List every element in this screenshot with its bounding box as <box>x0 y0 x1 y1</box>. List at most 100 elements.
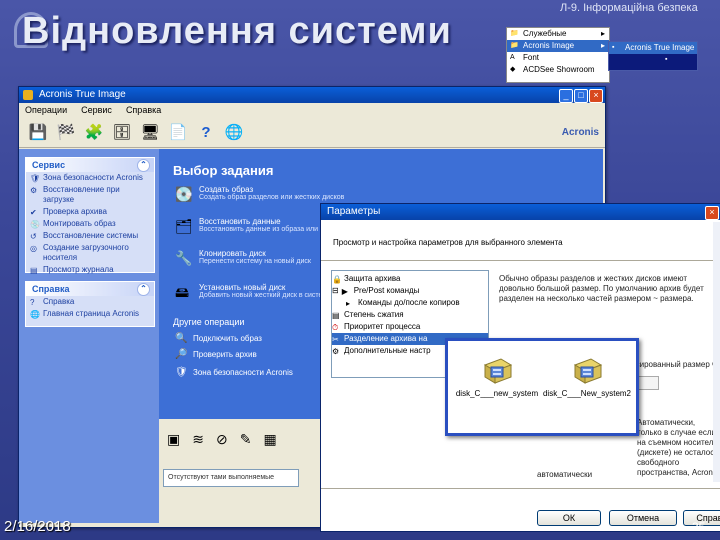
service-item[interactable]: ✔ Проверка архива <box>26 206 154 218</box>
menu-item-font[interactable]: A Font <box>507 52 609 64</box>
left-pane: Сервис ⌃ 🛡 Зона безопасности Acronis ⚙ Вос… <box>19 149 159 523</box>
tree-item-commands[interactable]: ▸ Команды до/после копиров <box>332 297 488 309</box>
acronis-icon: ▪ <box>612 44 615 51</box>
main-titlebar[interactable]: Acronis True Image _ □ × <box>19 87 605 103</box>
menu-item-label: Acronis Image <box>523 41 575 50</box>
service-item-label: Восстановление при загрузке <box>43 185 120 204</box>
menu-help[interactable]: Справка <box>126 103 161 117</box>
help-icon[interactable]: ? <box>195 121 217 143</box>
menu-item-acronis[interactable]: 📁 Acronis Image ▸ <box>507 40 609 52</box>
menu-item-acdsee[interactable]: ◆ ACDSee Showroom <box>507 64 609 76</box>
menu-item-label: Font <box>523 53 540 62</box>
web-icon[interactable]: 🌐 <box>223 121 245 143</box>
service-panel-header[interactable]: Сервис ⌃ <box>26 158 154 172</box>
tree-item-archive-protection[interactable]: 🔒 Защита архива <box>332 273 488 285</box>
help-item-label: Справка <box>43 297 75 306</box>
other-op-mount[interactable]: 🔍 Подключить образ <box>175 333 262 344</box>
edit-icon[interactable]: ✎ <box>240 431 252 448</box>
tree-item-label: Защита архива <box>344 274 401 283</box>
service-item[interactable]: ⚙ Восстановление при загрузке <box>26 184 154 206</box>
archive-file-name: disk_C___New_system2 <box>542 389 632 398</box>
menu-service[interactable]: Сервис <box>81 103 112 117</box>
command-icon: ▶ <box>341 286 348 296</box>
task-clone-disk[interactable]: 🔧 Клонировать диск Перенести систему на н… <box>175 249 311 267</box>
menu-item-label: ACDSee Showroom <box>523 65 595 74</box>
task-title: Установить новый диск <box>199 283 286 292</box>
program-icon: ▪ <box>665 56 668 63</box>
service-item[interactable]: ◎ Создание загрузочного носителя <box>26 242 154 264</box>
restore-icon[interactable]: 🏁 <box>55 121 77 143</box>
task-new-disk[interactable]: 🖴 Установить новый диск Добавить новый же… <box>175 283 331 301</box>
other-op-zone[interactable]: 🛡 Зона безопасности Acronis <box>175 367 293 378</box>
archive-file-1[interactable]: disk_C___new_system <box>452 355 542 398</box>
cancel-icon[interactable]: ⊘ <box>216 431 228 448</box>
close-button[interactable]: × <box>589 89 603 103</box>
task-restore-data[interactable]: 🗂 Восстановить данные Восстановить данные… <box>175 217 343 235</box>
dialog-divider <box>321 260 720 261</box>
app-icon: ◆ <box>510 66 516 73</box>
submenu-item-empty[interactable]: ▪ <box>609 54 697 66</box>
acronis-logo: Acronis <box>561 126 599 138</box>
main-menubar: Операции Сервис Справка <box>19 103 605 117</box>
restore-data-icon: 🗂 <box>175 218 193 234</box>
chevron-up-icon[interactable]: ⌃ <box>137 159 150 172</box>
check-icon: ✔ <box>30 208 37 217</box>
tree-item-label: Pre/Post команды <box>353 286 420 295</box>
split-icon: ✂ <box>332 334 339 344</box>
other-op-check[interactable]: 🔎 Проверить архив <box>175 349 257 360</box>
service-item[interactable]: ▤ Просмотр журнала <box>26 264 154 276</box>
other-operations-heading: Другие операции <box>173 317 245 327</box>
params-close-button[interactable]: × <box>705 206 719 220</box>
menu-item-service[interactable]: 📁 Служебные ▸ <box>507 28 609 40</box>
service-item[interactable]: ↺ Восстановление системы <box>26 230 154 242</box>
service-item-label: Создание загрузочного носителя <box>43 243 129 262</box>
task-subtitle: Добавить новый жесткий диск в систему <box>199 292 331 299</box>
menu-operations[interactable]: Операции <box>25 103 67 117</box>
shield-icon: 🛡 <box>30 174 41 183</box>
task-title: Клонировать диск <box>199 249 266 258</box>
buttons-divider <box>321 488 720 489</box>
params-titlebar[interactable]: Параметры × <box>321 204 720 220</box>
task-title: Создать образ <box>199 185 254 194</box>
wave-icon[interactable]: ≋ <box>192 431 204 448</box>
service-item[interactable]: 🛡 Зона безопасности Acronis <box>26 172 154 184</box>
cancel-button[interactable]: Отмена <box>609 510 677 526</box>
create-image-icon: 💽 <box>175 186 193 202</box>
log-icon[interactable]: 🖥 <box>139 121 161 143</box>
submenu-item-acronis-true-image[interactable]: ▪ Acronis True Image <box>609 42 697 54</box>
tree-item-priority[interactable]: ⏱ Приоритет процесса <box>332 321 488 333</box>
archive-files-popup: disk_C___new_system disk_C___New_system2 <box>445 338 639 436</box>
minimize-button[interactable]: _ <box>559 89 573 103</box>
queue-icon[interactable]: ▣ <box>167 431 180 448</box>
log-icon: ▤ <box>30 266 38 275</box>
document-icon[interactable]: 📄 <box>167 121 189 143</box>
service-item-label: Восстановление системы <box>43 231 139 240</box>
service-item-label: Проверка архива <box>43 207 107 216</box>
maximize-button[interactable]: □ <box>574 89 588 103</box>
submenu-item-label: Acronis True Image <box>625 43 695 52</box>
main-window-title: Acronis True Image <box>39 89 126 100</box>
clone-icon[interactable]: 🧩 <box>83 121 105 143</box>
archive-file-2[interactable]: disk_C___New_system2 <box>542 355 632 398</box>
params-scrollbar[interactable] <box>713 222 720 482</box>
slide-title: Відновлення системи <box>22 10 452 52</box>
other-op-label: Проверить архив <box>193 350 257 359</box>
tree-item-label: Степень сжатия <box>344 310 404 319</box>
task-subtitle: Перенести систему на новый диск <box>199 258 311 265</box>
expand-icon: ⊟ <box>332 286 339 295</box>
task-create-image[interactable]: 💽 Создать образ Создать образ разделов ил… <box>175 185 344 203</box>
tools-icon[interactable]: 🗄 <box>111 121 133 143</box>
backup-icon[interactable]: 💾 <box>27 121 49 143</box>
clone-disk-icon: 🔧 <box>175 250 193 266</box>
mount-icon: 💿 <box>30 220 40 229</box>
chart-icon[interactable]: ▦ <box>263 431 276 448</box>
help-item[interactable]: ? Справка <box>26 296 154 308</box>
tree-item-compression[interactable]: ▤ Степень сжатия <box>332 309 488 321</box>
help-panel-header[interactable]: Справка ⌃ <box>26 282 154 296</box>
ok-button[interactable]: ОК <box>537 510 601 526</box>
slide-page-number: 35 <box>692 520 706 534</box>
help-item[interactable]: 🌐 Главная страница Acronis <box>26 308 154 320</box>
service-item[interactable]: 💿 Монтировать образ <box>26 218 154 230</box>
tree-item-prepost[interactable]: ⊟ ▶ Pre/Post команды <box>332 285 488 297</box>
chevron-up-icon[interactable]: ⌃ <box>137 283 150 296</box>
